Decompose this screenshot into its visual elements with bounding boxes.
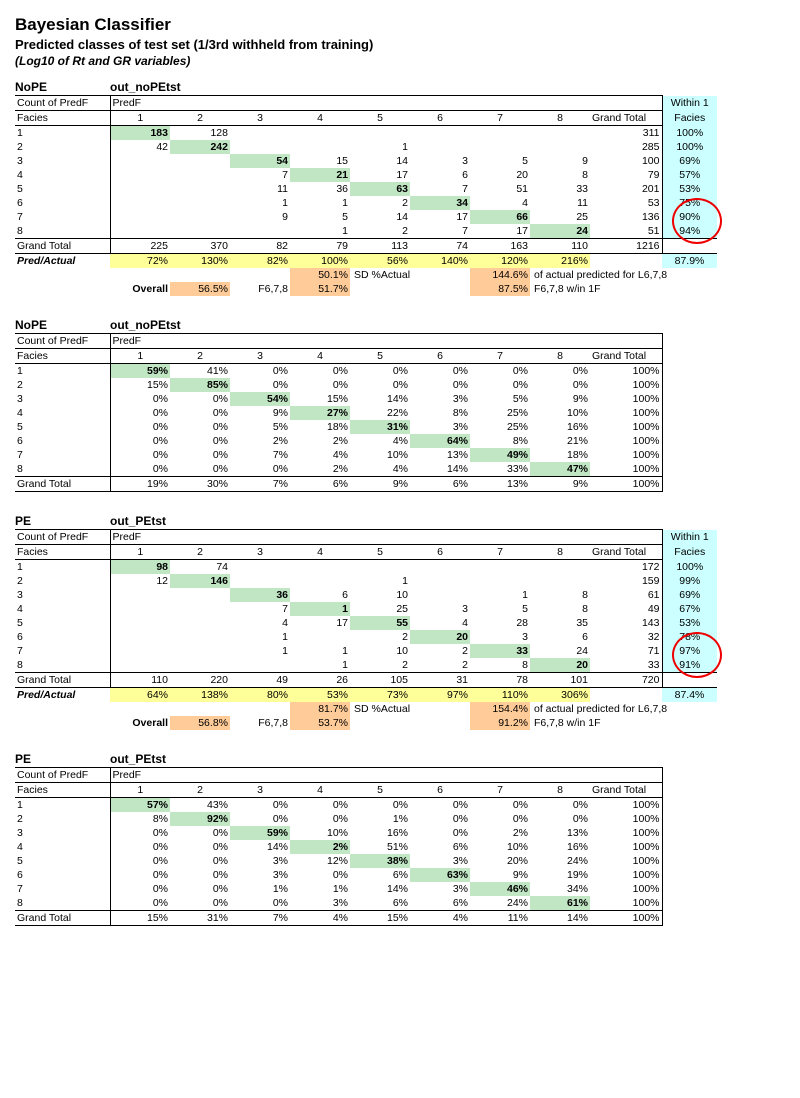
section-name: NoPE xyxy=(15,318,110,332)
table-row: 71110233247197% xyxy=(15,644,717,658)
table-row: 80%0%0%3%6%6%24%61%100% xyxy=(15,896,662,911)
table-row: 80%0%0%2%4%14%33%47%100% xyxy=(15,462,662,477)
table-row: 28%92%0%0%1%0%0%0%100% xyxy=(15,812,662,826)
confusion-table: Count of PredFPredFWithin 1Facies1234567… xyxy=(15,529,717,730)
table-row: 336610186169% xyxy=(15,588,717,602)
table-row: 30%0%59%10%16%0%2%13%100% xyxy=(15,826,662,840)
table-row: 47211762087957% xyxy=(15,168,717,182)
table-row: 40%0%9%27%22%8%25%10%100% xyxy=(15,406,662,420)
table-row: 354151435910069% xyxy=(15,154,717,168)
confusion-table: Count of PredFPredFFacies12345678Grand T… xyxy=(15,767,663,926)
page-subtitle2: (Log10 of Rt and GR variables) xyxy=(15,54,785,68)
dataset-name: out_noPEtst xyxy=(110,80,181,94)
table-row: 70%0%1%1%14%3%46%34%100% xyxy=(15,882,662,896)
section-name: PE xyxy=(15,752,110,766)
table-row: 30%0%54%15%14%3%5%9%100% xyxy=(15,392,662,406)
section-name: NoPE xyxy=(15,80,110,94)
table-row: 19874172100% xyxy=(15,560,717,575)
table-row: 50%0%5%18%31%3%25%16%100% xyxy=(15,420,662,434)
table-row: 2422421285100% xyxy=(15,140,717,154)
table-row: 70%0%7%4%10%13%49%18%100% xyxy=(15,448,662,462)
table-row: 1183128311100% xyxy=(15,126,717,141)
table-row: 215%85%0%0%0%0%0%0%100% xyxy=(15,378,662,392)
table-row: 60%0%2%2%4%64%8%21%100% xyxy=(15,434,662,448)
dataset-name: out_noPEtst xyxy=(110,318,181,332)
table-row: 40%0%14%2%51%6%10%16%100% xyxy=(15,840,662,854)
table-row: 471253584967% xyxy=(15,602,717,616)
dataset-name: out_PEtst xyxy=(110,752,166,766)
table-row: 159%41%0%0%0%0%0%0%100% xyxy=(15,364,662,379)
table-row: 50%0%3%12%38%3%20%24%100% xyxy=(15,854,662,868)
table-row: 212146115999% xyxy=(15,574,717,588)
section-name: PE xyxy=(15,514,110,528)
table-row: 6112344115375% xyxy=(15,196,717,210)
page-subtitle: Predicted classes of test set (1/3rd wit… xyxy=(15,37,785,52)
table-row: 157%43%0%0%0%0%0%0%100% xyxy=(15,798,662,813)
confusion-table: Count of PredFPredFFacies12345678Grand T… xyxy=(15,333,663,492)
table-row: 7951417662513690% xyxy=(15,210,717,224)
table-row: 61220363278% xyxy=(15,630,717,644)
page-title: Bayesian Classifier xyxy=(15,15,785,35)
table-row: 5417554283514353% xyxy=(15,616,717,630)
confusion-table: Count of PredFPredFWithin 1Facies1234567… xyxy=(15,95,717,296)
table-row: 51136637513320153% xyxy=(15,182,717,196)
table-row: 812717245194% xyxy=(15,224,717,239)
table-row: 60%0%3%0%6%63%9%19%100% xyxy=(15,868,662,882)
table-row: 81228203391% xyxy=(15,658,717,673)
dataset-name: out_PEtst xyxy=(110,514,166,528)
